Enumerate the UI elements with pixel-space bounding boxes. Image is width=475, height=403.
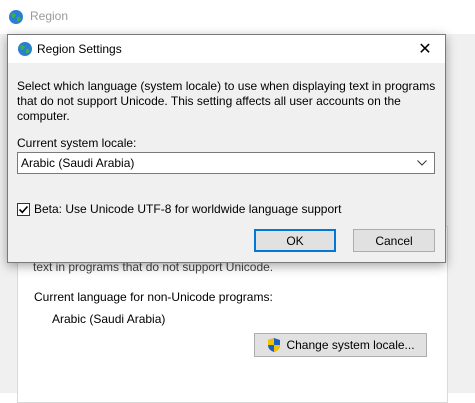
system-locale-value: Arabic (Saudi Arabia) (21, 156, 135, 170)
region-settings-dialog: Region Settings ✕ Select which language … (7, 34, 446, 263)
chevron-down-icon (410, 153, 434, 173)
current-language-value: Arabic (Saudi Arabia) (52, 312, 166, 326)
system-locale-label: Current system locale: (17, 136, 137, 150)
globe-icon (8, 9, 24, 25)
dialog-title: Region Settings (37, 42, 122, 56)
cancel-button[interactable]: Cancel (353, 229, 435, 252)
ok-button[interactable]: OK (254, 229, 336, 252)
utf8-checkbox-label: Beta: Use Unicode UTF-8 for worldwide la… (34, 202, 342, 216)
system-locale-dropdown[interactable]: Arabic (Saudi Arabia) (17, 152, 435, 174)
checkmark-icon (18, 205, 29, 213)
close-icon: ✕ (418, 41, 432, 58)
utf8-checkbox[interactable] (17, 202, 30, 216)
current-language-label: Current language for non-Unicode program… (34, 290, 273, 304)
parent-window-title: Region (30, 9, 69, 23)
change-system-locale-label: Change system locale... (286, 338, 415, 352)
dialog-description: Select which language (system locale) to… (17, 79, 436, 123)
dialog-titlebar[interactable]: Region Settings ✕ (8, 35, 445, 63)
utf8-option-row[interactable]: Beta: Use Unicode UTF-8 for worldwide la… (17, 202, 342, 216)
cancel-button-label: Cancel (375, 233, 413, 248)
ok-button-label: OK (286, 233, 304, 248)
close-button[interactable]: ✕ (405, 35, 445, 63)
change-system-locale-button[interactable]: Change system locale... (254, 333, 427, 357)
globe-icon (17, 41, 33, 57)
parent-titlebar: Region (0, 0, 475, 34)
uac-shield-icon (266, 337, 282, 353)
